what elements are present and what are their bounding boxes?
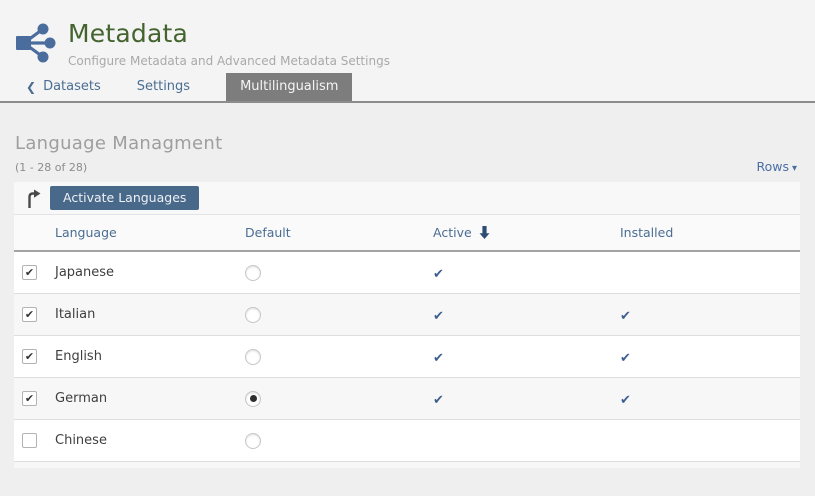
table-header-row: Language Default Active Installed — [14, 214, 800, 252]
brand-text: Metadata Configure Metadata and Advanced… — [68, 19, 390, 68]
column-header-installed[interactable]: Installed — [620, 225, 800, 240]
activate-languages-button[interactable]: Activate Languages — [50, 186, 199, 210]
tab-settings[interactable]: Settings — [131, 73, 196, 101]
column-header-active[interactable]: Active — [433, 225, 620, 240]
table-toolbar: Activate Languages — [14, 182, 800, 214]
tab-bar: ❮ Datasets Settings Multilingualism — [0, 73, 815, 101]
default-radio[interactable] — [245, 265, 261, 281]
tab-datasets[interactable]: ❮ Datasets — [20, 73, 107, 101]
installed-check-icon: ✔ — [620, 393, 631, 408]
language-name: Italian — [55, 307, 245, 322]
page-title: Metadata — [68, 19, 390, 48]
select-checkbox[interactable]: ✔ — [22, 265, 37, 280]
masthead: Metadata Configure Metadata and Advanced… — [0, 0, 815, 103]
select-checkbox[interactable]: ✔ — [22, 391, 37, 406]
result-count: (1 - 28 of 28) — [15, 161, 797, 174]
section-head: Language Managment (1 - 28 of 28) Rows▾ — [0, 103, 815, 174]
table-row-italian: ✔ Italian ✔ ✔ — [14, 294, 800, 336]
default-radio[interactable] — [245, 391, 261, 407]
caret-down-icon: ▾ — [792, 163, 797, 174]
default-radio[interactable] — [245, 307, 261, 323]
tab-label: Datasets — [43, 73, 101, 101]
active-check-icon: ✔ — [433, 351, 444, 366]
brand: Metadata Configure Metadata and Advanced… — [0, 0, 815, 73]
tab-label: Multilingualism — [240, 73, 338, 101]
next-row-partial — [14, 462, 800, 468]
language-name: English — [55, 349, 245, 364]
select-checkbox[interactable]: ✔ — [22, 349, 37, 364]
language-name: German — [55, 391, 245, 406]
share-icon — [14, 21, 58, 65]
table-row-english: ✔ English ✔ ✔ — [14, 336, 800, 378]
language-name: Japanese — [55, 265, 245, 280]
column-header-default[interactable]: Default — [245, 225, 433, 240]
active-check-icon: ✔ — [433, 309, 444, 324]
column-header-language[interactable]: Language — [55, 225, 245, 240]
sort-desc-icon — [479, 226, 490, 239]
page-subtitle: Configure Metadata and Advanced Metadata… — [68, 54, 390, 68]
table-row-german: ✔ German ✔ ✔ — [14, 378, 800, 420]
select-checkbox[interactable]: ✔ — [22, 433, 37, 448]
column-header-label: Active — [433, 225, 472, 240]
active-check-icon: ✔ — [433, 393, 444, 408]
default-radio[interactable] — [245, 433, 261, 449]
tab-label: Settings — [137, 73, 190, 101]
table-row-japanese: ✔ Japanese ✔ ✔ — [14, 252, 800, 294]
rows-dropdown[interactable]: Rows▾ — [756, 159, 797, 174]
back-chevron-icon: ❮ — [26, 73, 36, 101]
column-header-label: Default — [245, 225, 291, 240]
language-table-panel: Activate Languages Language Default Acti… — [14, 182, 800, 468]
select-checkbox[interactable]: ✔ — [22, 307, 37, 322]
installed-check-icon: ✔ — [620, 309, 631, 324]
table-row-chinese: ✔ Chinese ✔ ✔ — [14, 420, 800, 462]
language-name: Chinese — [55, 433, 245, 448]
column-header-label: Installed — [620, 225, 673, 240]
column-header-label: Language — [55, 225, 117, 240]
installed-check-icon: ✔ — [620, 351, 631, 366]
rows-dropdown-label: Rows — [756, 159, 789, 174]
tab-multilingualism[interactable]: Multilingualism — [226, 73, 352, 101]
section-title: Language Managment — [15, 133, 797, 154]
default-radio[interactable] — [245, 349, 261, 365]
active-check-icon: ✔ — [433, 267, 444, 282]
level-up-arrow-icon[interactable] — [27, 189, 41, 208]
